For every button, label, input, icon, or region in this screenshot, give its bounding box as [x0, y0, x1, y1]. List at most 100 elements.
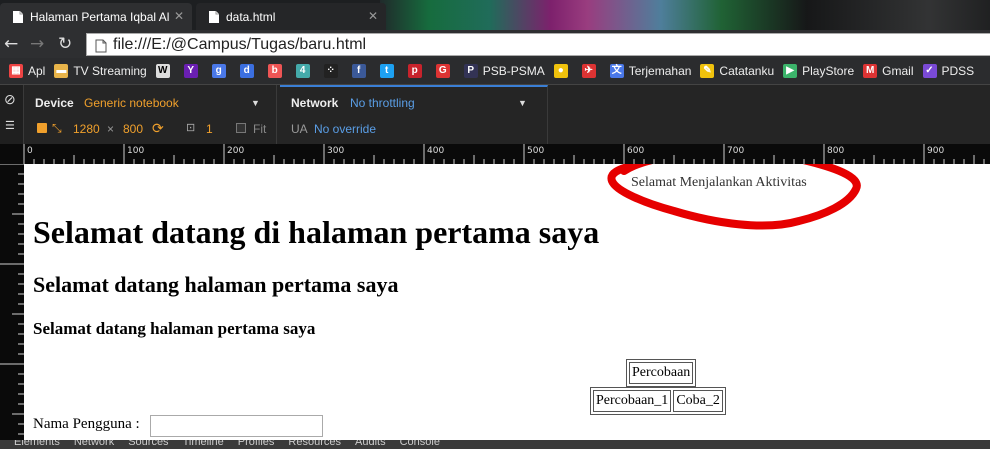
network-panel: Network No throttling ▼ UA No override [280, 85, 548, 145]
four-icon: 4 [295, 64, 310, 78]
bookmark-item[interactable]: ▦ Apl [9, 64, 45, 78]
ruler-label: 200 [227, 146, 244, 156]
blogger-icon: b [267, 64, 282, 78]
ruler-label: 600 [627, 146, 644, 156]
facebook-icon: f [351, 64, 366, 78]
username-label: Nama Pengguna : [33, 416, 140, 432]
table-percobaan: Percobaan [626, 359, 697, 387]
page-icon [12, 10, 24, 24]
table-percobaan-coba: Percobaan_1 Coba_2 [590, 387, 726, 415]
bookmark-item[interactable]: ✓ PDSS [922, 64, 974, 78]
devtools-tab[interactable]: Network [74, 440, 114, 448]
bookmark-item[interactable]: P PSB-PSMA [463, 64, 545, 78]
ruler-label: 300 [327, 146, 344, 156]
resize-arrow-icon: ⤡ [52, 121, 62, 135]
tab-strip: Halaman Pertama Iqbal Al ✕ data.html ✕ [0, 0, 990, 30]
network-throttling-select[interactable]: No throttling [350, 96, 415, 110]
vertical-ruler [0, 164, 24, 440]
bookmark-item[interactable]: b [267, 64, 287, 78]
tab-strip-background-art [380, 0, 990, 30]
ruler-label: 100 [127, 146, 144, 156]
apps-grid-icon: ▦ [9, 64, 23, 78]
blackberry-icon: ⁘ [323, 64, 338, 78]
scale-value[interactable]: 1 [206, 122, 213, 136]
no-entry-icon[interactable]: ⊘ [4, 91, 16, 108]
dailymotion-icon: d [239, 64, 254, 78]
devtools-tab[interactable]: Console [400, 440, 440, 448]
bookmark-item[interactable]: G [435, 64, 455, 78]
bookmark-item[interactable]: ▶ PlayStore [783, 64, 854, 78]
address-text: file:///E:/@Campus/Tugas/baru.html [113, 36, 367, 53]
reload-icon[interactable]: ↻ [58, 34, 72, 54]
devtools-tab[interactable]: Elements [14, 440, 60, 448]
bookmark-item[interactable]: g [211, 64, 231, 78]
devtools-tab[interactable]: Timeline [183, 440, 224, 448]
bookmark-item[interactable]: Y [183, 64, 203, 78]
page-viewport: Selamat Menjalankan Aktivitas Selamat da… [24, 164, 990, 440]
tab-data-html[interactable]: data.html ✕ [196, 3, 386, 30]
close-tab-icon[interactable]: ✕ [174, 9, 184, 23]
devtools-tab[interactable]: Audits [355, 440, 386, 448]
bookmark-item[interactable]: ● [553, 64, 573, 78]
chevron-down-icon[interactable]: ▼ [251, 98, 260, 108]
address-bar[interactable]: file:///E:/@Campus/Tugas/baru.html [86, 33, 990, 56]
notes-icon: ✎ [700, 64, 715, 78]
width-value[interactable]: 1280 [73, 122, 100, 136]
dimension-separator: × [107, 122, 115, 136]
ua-label: UA [291, 122, 308, 136]
fit-checkbox[interactable] [236, 123, 246, 133]
bookmark-item[interactable]: p [407, 64, 427, 78]
ruler-label: 700 [727, 146, 744, 156]
height-value[interactable]: 800 [123, 122, 143, 136]
chevron-down-icon[interactable]: ▼ [518, 98, 527, 108]
twitter-icon: t [379, 64, 394, 78]
device-mode-toolbar: ⊘ ☰ Device Generic notebook ▼ ⤡ 1280 × 8… [0, 84, 990, 145]
devtools-tab[interactable]: Profiles [238, 440, 275, 448]
bird-icon: ✈ [581, 64, 596, 78]
bookmark-item[interactable]: d [239, 64, 259, 78]
bookmark-item[interactable]: W [155, 64, 175, 78]
bookmark-label: PlayStore [802, 64, 855, 78]
bookmark-item[interactable]: t [379, 64, 399, 78]
menu-lines-icon[interactable]: ☰ [5, 119, 15, 132]
bookmark-item[interactable]: M Gmail [863, 64, 914, 78]
device-label: Device [35, 96, 74, 110]
rotate-icon[interactable]: ⟳ [152, 120, 164, 137]
bookmark-item[interactable]: ▬ TV Streaming [54, 64, 147, 78]
page-heading-2: Selamat datang halaman pertama saya [33, 272, 399, 297]
wikipedia-icon: W [155, 64, 170, 78]
bookmark-item[interactable]: 文 Terjemahan [609, 64, 691, 78]
g-red-icon: G [435, 64, 450, 78]
ruler-label: 0 [27, 146, 33, 156]
ruler-label: 500 [527, 146, 544, 156]
checkbox-icon[interactable] [37, 123, 47, 133]
table-cell: Coba_2 [673, 390, 723, 412]
bookmark-label: Apl [28, 64, 46, 78]
chat-icon: ● [553, 64, 568, 78]
back-arrow-icon[interactable]: ← [4, 34, 18, 54]
playstore-icon: ▶ [783, 64, 798, 78]
bookmark-item[interactable]: 4 [295, 64, 315, 78]
network-label: Network [291, 96, 339, 110]
table-cell: Percobaan_1 [593, 390, 672, 412]
page-icon [208, 10, 220, 24]
ua-override-field[interactable]: No override [314, 122, 376, 136]
page-heading-3: Selamat datang halaman pertama saya [33, 319, 316, 338]
device-select[interactable]: Generic notebook [84, 96, 179, 110]
yahoo-icon: Y [183, 64, 198, 78]
bookmark-item[interactable]: f [351, 64, 371, 78]
pinterest-icon: p [407, 64, 422, 78]
tab-halaman-pertama[interactable]: Halaman Pertama Iqbal Al ✕ [0, 3, 192, 30]
bookmark-item[interactable]: ✈ [581, 64, 601, 78]
devtools-tab[interactable]: Sources [128, 440, 168, 448]
bookmark-label: PSB-PSMA [482, 64, 545, 78]
forward-arrow-icon[interactable]: → [30, 34, 44, 54]
bookmark-item[interactable]: ✎ Catatanku [700, 64, 774, 78]
username-input[interactable] [150, 415, 323, 437]
folder-icon: ▬ [54, 64, 69, 78]
bookmark-item[interactable]: ⁘ [323, 64, 343, 78]
devtools-tab[interactable]: Resources [288, 440, 341, 448]
close-tab-icon[interactable]: ✕ [368, 9, 378, 23]
device-panel: Device Generic notebook ▼ ⤡ 1280 × 800 ⟳… [25, 85, 277, 145]
bookmarks-bar: ▦ Apl ▬ TV Streaming W Yg d b 4 ⁘ f t p G P PSB-PSMA ● ✈ 文… [0, 58, 990, 84]
